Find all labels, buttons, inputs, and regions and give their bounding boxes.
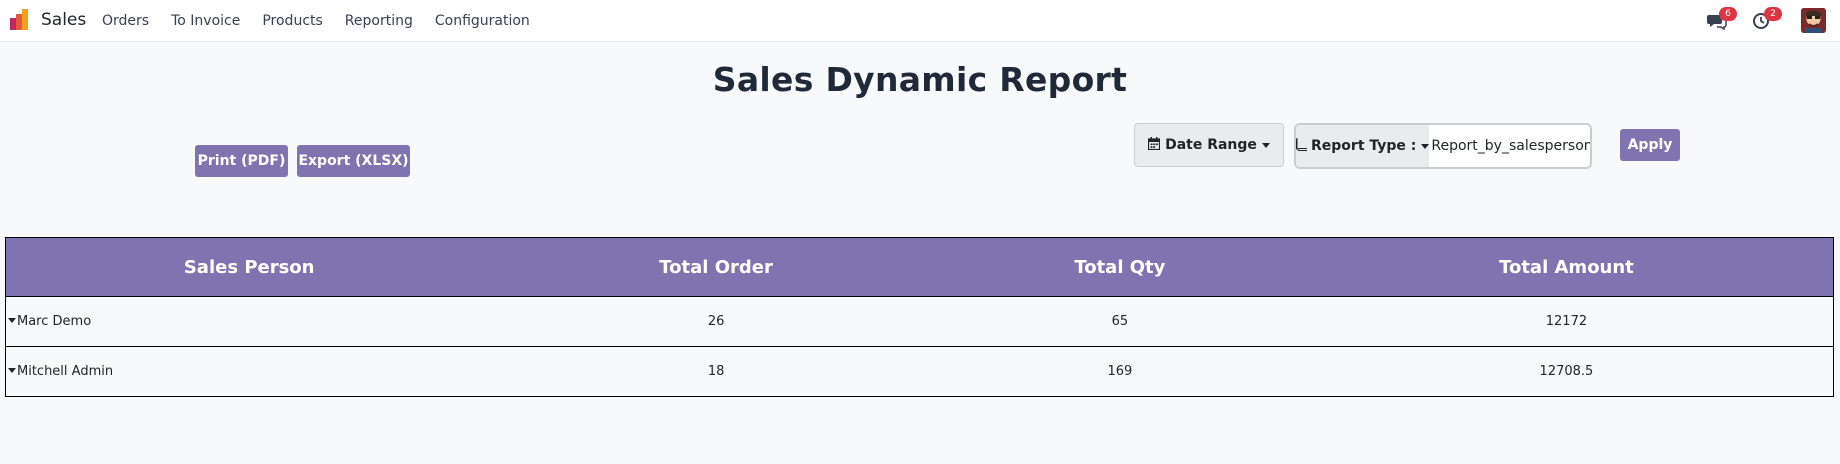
app-name[interactable]: Sales xyxy=(41,10,86,30)
menu-item-to-invoice[interactable]: To Invoice xyxy=(171,13,240,29)
chevron-down-icon xyxy=(1261,142,1270,148)
menu-item-products[interactable]: Products xyxy=(262,13,322,29)
sales-person-cell[interactable]: Mitchell Admin xyxy=(5,346,493,397)
chevron-down-icon xyxy=(1421,143,1430,149)
total-qty-cell: 65 xyxy=(939,296,1300,347)
column-header-total-qty: Total Qty xyxy=(939,237,1300,297)
report-type-group: Report Type : Report_by_salesperson xyxy=(1294,123,1592,169)
export-xlsx-button[interactable]: Export (XLSX) xyxy=(297,145,410,177)
messages-count-badge: 6 xyxy=(1719,7,1737,21)
activities-clock-icon[interactable]: 2 xyxy=(1752,7,1782,31)
total-amount-cell: 12172 xyxy=(1299,296,1834,347)
main-menu: Orders To Invoice Products Reporting Con… xyxy=(102,0,552,41)
column-header-total-amount: Total Amount xyxy=(1299,237,1834,297)
sales-person-name: Marc Demo xyxy=(17,314,92,329)
apply-button[interactable]: Apply xyxy=(1620,129,1680,161)
report-type-label: Report Type : xyxy=(1311,138,1417,154)
table-row[interactable]: Marc Demo 26 65 12172 xyxy=(5,296,1834,347)
system-tray: 6 2 xyxy=(1680,0,1840,41)
sales-person-name: Mitchell Admin xyxy=(17,364,114,379)
total-amount-cell: 12708.5 xyxy=(1299,346,1834,397)
menu-item-orders[interactable]: Orders xyxy=(102,13,149,29)
messages-icon[interactable]: 6 xyxy=(1707,7,1737,31)
date-range-dropdown[interactable]: Date Range xyxy=(1134,123,1284,167)
expand-caret-icon[interactable] xyxy=(8,368,16,373)
menu-item-reporting[interactable]: Reporting xyxy=(345,13,413,29)
calendar-icon xyxy=(1147,136,1161,154)
page-title: Sales Dynamic Report xyxy=(712,60,1128,99)
total-qty-cell: 169 xyxy=(939,346,1300,397)
book-icon xyxy=(1296,137,1307,155)
activities-count-badge: 2 xyxy=(1764,7,1782,21)
sales-person-cell[interactable]: Marc Demo xyxy=(5,296,493,347)
top-navbar: Sales Orders To Invoice Products Reporti… xyxy=(0,0,1840,42)
column-header-sales-person: Sales Person xyxy=(5,237,493,297)
print-pdf-button[interactable]: Print (PDF) xyxy=(195,145,288,177)
date-range-label: Date Range xyxy=(1165,137,1257,153)
sales-app-icon[interactable] xyxy=(10,9,32,31)
total-order-cell: 18 xyxy=(492,346,940,397)
menu-item-configuration[interactable]: Configuration xyxy=(435,13,530,29)
report-type-value-field[interactable]: Report_by_salesperson xyxy=(1429,125,1590,167)
expand-caret-icon[interactable] xyxy=(8,318,16,323)
report-type-dropdown[interactable]: Report Type : xyxy=(1296,125,1430,167)
sales-report-table: Sales Person Total Order Total Qty Total… xyxy=(5,237,1834,397)
table-header-row: Sales Person Total Order Total Qty Total… xyxy=(5,237,1834,297)
table-row[interactable]: Mitchell Admin 18 169 12708.5 xyxy=(5,346,1834,397)
column-header-total-order: Total Order xyxy=(492,237,940,297)
total-order-cell: 26 xyxy=(492,296,940,347)
user-avatar[interactable] xyxy=(1801,8,1826,33)
